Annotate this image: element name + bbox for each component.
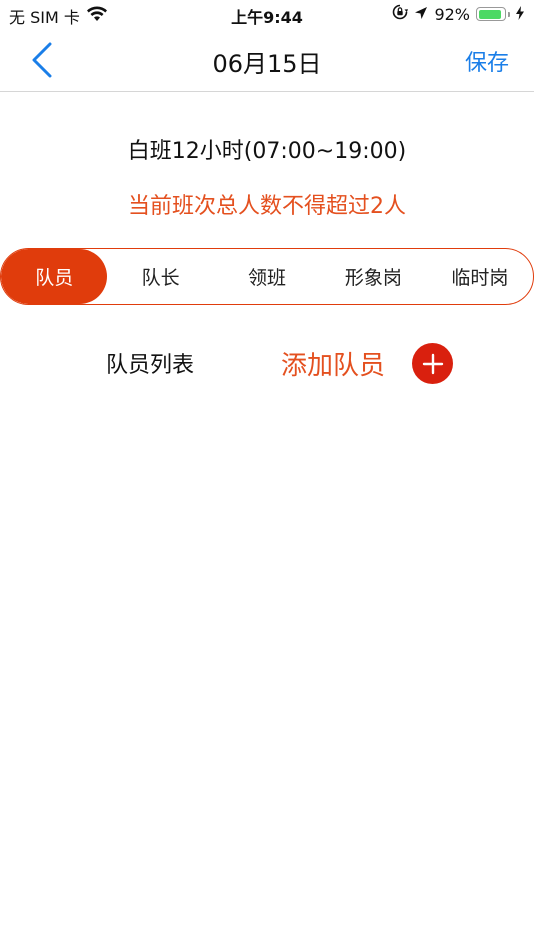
location-arrow-icon — [414, 5, 428, 24]
page-title: 06月15日 — [212, 50, 322, 78]
nav-bar: 06月15日 保存 — [0, 30, 534, 92]
save-button[interactable]: 保存 — [465, 45, 509, 77]
member-list-header: 队员列表 添加队员 — [0, 340, 534, 386]
tab-member[interactable]: 队员 — [1, 249, 108, 304]
battery-fill — [478, 9, 502, 19]
battery-icon — [476, 7, 506, 21]
status-bar: 无 SIM 卡 上午9:44 92% — [0, 0, 534, 30]
screen: 无 SIM 卡 上午9:44 92% 06月15日 保存 白班12小时(07:0… — [0, 0, 534, 950]
tab-foreman[interactable]: 领班 — [214, 249, 320, 304]
orientation-lock-icon — [392, 4, 409, 24]
tab-captain[interactable]: 队长 — [107, 249, 213, 304]
role-tabs: 队员 队长 领班 形象岗 临时岗 — [0, 248, 534, 305]
tab-temporary-post[interactable]: 临时岗 — [427, 249, 533, 304]
charging-bolt-icon — [516, 5, 524, 24]
battery-tip — [508, 11, 510, 17]
tab-image-post[interactable]: 形象岗 — [320, 249, 426, 304]
add-member-link[interactable]: 添加队员 — [281, 345, 385, 382]
battery-percent: 92% — [434, 4, 470, 24]
shift-title: 白班12小时(07:00~19:00) — [127, 139, 407, 164]
shift-warning: 当前班次总人数不得超过2人 — [128, 194, 406, 219]
status-right: 92% — [392, 4, 524, 24]
add-member-button[interactable] — [412, 343, 453, 384]
plus-circle-icon — [422, 353, 443, 374]
member-list-label: 队员列表 — [106, 353, 195, 378]
